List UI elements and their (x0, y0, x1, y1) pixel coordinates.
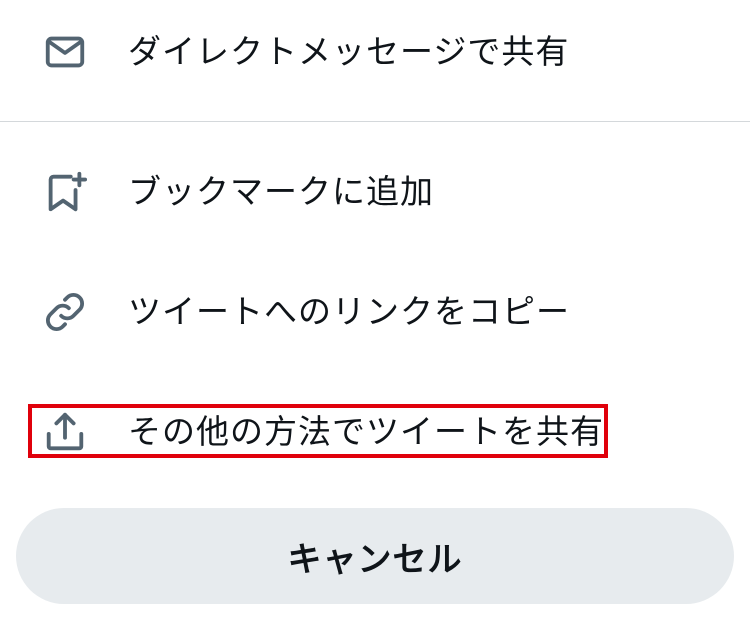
share-sheet: ダイレクトメッセージで共有 ブックマークに追加 ツイートへのリンクをコピー その… (0, 0, 750, 620)
bookmark-add-icon (40, 167, 90, 217)
share-via-dm-label: ダイレクトメッセージで共有 (128, 32, 570, 71)
cancel-label: キャンセル (287, 539, 463, 580)
link-icon (40, 287, 90, 337)
envelope-icon (40, 27, 90, 77)
share-other-label: その他の方法でツイートを共有 (128, 412, 604, 451)
share-upload-icon (40, 407, 90, 457)
share-other-item[interactable]: その他の方法でツイートを共有 (0, 382, 750, 482)
divider (0, 121, 750, 122)
copy-link-label: ツイートへのリンクをコピー (128, 292, 570, 331)
cancel-button[interactable]: キャンセル (16, 508, 734, 604)
add-bookmark-item[interactable]: ブックマークに追加 (0, 142, 750, 242)
copy-link-item[interactable]: ツイートへのリンクをコピー (0, 262, 750, 362)
share-via-dm-item[interactable]: ダイレクトメッセージで共有 (0, 2, 750, 102)
add-bookmark-label: ブックマークに追加 (128, 172, 434, 211)
